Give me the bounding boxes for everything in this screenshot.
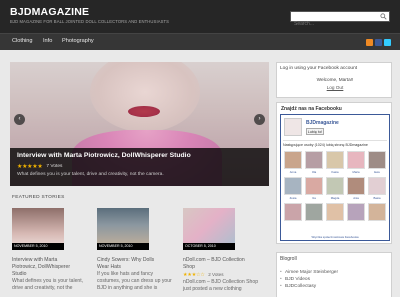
- fan-name[interactable]: Basia: [368, 196, 386, 200]
- thumb-date: NOVEMBER 5, 2010: [12, 243, 64, 250]
- card-rating[interactable]: ★★★☆☆ 2 Votes: [183, 271, 258, 279]
- card-title-line[interactable]: Studio: [12, 271, 83, 278]
- search-input[interactable]: [291, 19, 377, 29]
- site-title[interactable]: BJDMAGAZINE: [10, 6, 89, 18]
- card-title-line[interactable]: nDoll.com – BJD Collection: [183, 257, 258, 264]
- site-tagline: BJD MAGAZINE FOR BALL JOINTED DOLL COLLE…: [10, 19, 170, 24]
- card-excerpt-line: If you like hats and fancy: [97, 271, 154, 277]
- fan-name[interactable]: Kasia: [326, 170, 344, 174]
- slide-rating[interactable]: ★★★★★ 7 Votes: [17, 163, 62, 170]
- card-title-line[interactable]: Shop: [183, 264, 258, 271]
- widget-title: Log in using your Facebook account: [280, 66, 358, 71]
- search-icon[interactable]: [380, 13, 387, 20]
- card-title-line[interactable]: Wear Hats: [97, 264, 172, 271]
- welcome-text: Welcome, Marta!!: [316, 77, 354, 82]
- blogroll-link[interactable]: • BJD Videos: [280, 277, 310, 282]
- thumb-date: OCTOBER 5, 2010: [183, 243, 235, 250]
- featured-heading: FEATURED STORIES: [12, 195, 65, 200]
- fan-avatar[interactable]: [347, 177, 365, 195]
- search-box[interactable]: [290, 11, 390, 29]
- fan-name[interactable]: Anna: [284, 170, 302, 174]
- card-excerpt-line: What defines you is your talent,: [12, 278, 84, 284]
- facebook-icon[interactable]: [375, 39, 382, 46]
- fan-name[interactable]: Ola: [305, 170, 323, 174]
- blogroll-widget: Blogroll • Aimee Major Steinberger • BJD V…: [276, 252, 392, 297]
- widget-title: Blogroll: [280, 256, 297, 262]
- featured-slider[interactable]: ‹ › Interview with Marta Piotrowicz, Dol…: [10, 62, 269, 186]
- featured-thumb[interactable]: OCTOBER 5, 2010: [183, 208, 235, 250]
- card-title-line[interactable]: Cindy Sowers: Why Dolls: [97, 257, 172, 264]
- blogroll-link[interactable]: • BJDCollectasy: [280, 284, 316, 289]
- rating-stars[interactable]: ★★★★★: [17, 163, 43, 170]
- slide-excerpt: What defines you is your talent, drive a…: [17, 172, 164, 177]
- page-avatar[interactable]: [284, 118, 302, 136]
- card-title-line[interactable]: Piotrowicz, DollWhisperer: [12, 264, 83, 271]
- facebook-page-name[interactable]: BJDmagazine: [306, 120, 339, 126]
- fan-name[interactable]: Iza: [305, 196, 323, 200]
- featured-card: Interview with Marta Piotrowicz, DollWhi…: [12, 257, 83, 292]
- fan-avatar[interactable]: [326, 151, 344, 169]
- fan-avatar[interactable]: [347, 203, 365, 221]
- fan-name[interactable]: Ania: [347, 196, 365, 200]
- fan-avatar[interactable]: [305, 203, 323, 221]
- card-title-line[interactable]: Interview with Marta: [12, 257, 83, 264]
- card-excerpt-line: costumes, you can dress up your: [97, 278, 172, 284]
- fan-avatar[interactable]: [305, 151, 323, 169]
- fan-avatar[interactable]: [326, 203, 344, 221]
- like-button[interactable]: Lubię to!: [306, 128, 324, 135]
- rating-votes: 7 Votes: [46, 164, 63, 169]
- fan-avatar[interactable]: [368, 177, 386, 195]
- fans-count: Następujące osoby (1024) lubią stronę BJ…: [283, 143, 368, 147]
- blogroll-link[interactable]: • Aimee Major Steinberger: [280, 270, 338, 275]
- fan-avatar[interactable]: [368, 203, 386, 221]
- fan-avatar[interactable]: [284, 203, 302, 221]
- fan-name[interactable]: Zosia: [284, 196, 302, 200]
- nav-item-info[interactable]: Info: [43, 38, 52, 44]
- fan-avatar[interactable]: [326, 177, 344, 195]
- featured-card: Cindy Sowers: Why Dolls Wear Hats If you…: [97, 257, 172, 292]
- facebook-plugin-footer[interactable]: Wtyczka społecznościowa Facebooka: [281, 235, 389, 239]
- facebook-login-widget: Log in using your Facebook account Welco…: [276, 62, 392, 98]
- twitter-icon[interactable]: [384, 39, 391, 46]
- slider-prev-button[interactable]: ‹: [14, 114, 25, 125]
- fan-avatar[interactable]: [284, 151, 302, 169]
- card-excerpt-line: just posted a new clothing: [183, 286, 242, 292]
- fan-avatar[interactable]: [368, 151, 386, 169]
- fan-name[interactable]: Magda: [326, 196, 344, 200]
- fan-avatar[interactable]: [305, 177, 323, 195]
- logout-link[interactable]: Log Out: [277, 85, 393, 90]
- featured-thumb[interactable]: NOVEMBER 5, 2010: [97, 208, 149, 250]
- nav-item-photography[interactable]: Photography: [62, 38, 94, 44]
- widget-title: Znajdź nas na Facebooku: [281, 106, 342, 112]
- featured-card: nDoll.com – BJD Collection Shop ★★★☆☆ 2 …: [183, 257, 258, 293]
- facebook-likebox: BJDmagazine Lubię to! Następujące osoby …: [280, 114, 390, 241]
- card-excerpt-line: nDoll.com – BJD Collection Shop: [183, 279, 259, 285]
- slide-caption: Interview with Marta Piotrowicz, DollWhi…: [10, 148, 269, 186]
- slider-next-button[interactable]: ›: [254, 114, 265, 125]
- fan-avatar[interactable]: [347, 151, 365, 169]
- fan-name[interactable]: Ewa: [368, 170, 386, 174]
- facebook-likebox-widget: Znajdź nas na Facebooku BJDmagazine Lubi…: [276, 102, 392, 244]
- slide-title[interactable]: Interview with Marta Piotrowicz, DollWhi…: [17, 152, 191, 159]
- thumb-date: NOVEMBER 5, 2010: [97, 243, 149, 250]
- site-header: BJDMAGAZINE BJD MAGAZINE FOR BALL JOINTE…: [0, 0, 400, 33]
- fan-name[interactable]: Maria: [347, 170, 365, 174]
- rss-icon[interactable]: [366, 39, 373, 46]
- card-excerpt-line: BJD in anything and she is: [97, 285, 158, 291]
- featured-thumb[interactable]: NOVEMBER 5, 2010: [12, 208, 64, 250]
- rating-stars[interactable]: ★★★☆☆: [183, 272, 205, 278]
- rating-votes: 2 Votes: [208, 272, 224, 277]
- nav-item-clothing[interactable]: Clothing: [12, 38, 33, 44]
- main-nav: Clothing Info Photography: [0, 33, 400, 50]
- fan-avatar[interactable]: [284, 177, 302, 195]
- card-excerpt-line: drive and creativity, not the: [12, 285, 73, 291]
